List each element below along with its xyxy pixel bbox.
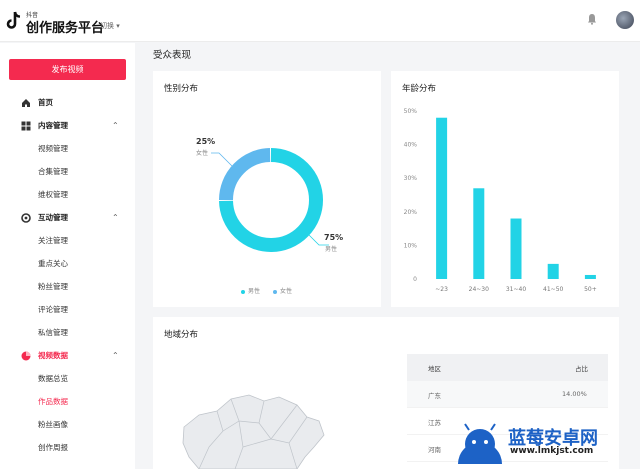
donut-slice-female: [219, 148, 271, 201]
publish-video-button[interactable]: 发布视频: [9, 59, 126, 80]
age-bar-chart: 0 10% 20% 30% 40% 50% ~23 24~30 31~40 41~50 50+: [404, 108, 597, 293]
gender-card: 性别分布 25% 女性 75% 男性 男性 女性: [153, 71, 381, 307]
nav-content-management[interactable]: 内容管理 ⌃: [0, 116, 135, 136]
sidebar: 发布视频 首页 内容管理 ⌃ 视频管理 合集管理 维权管理 互动管理 ⌃ 关注管…: [0, 43, 135, 469]
nav-label: 评论管理: [38, 305, 68, 314]
female-leader-line: [211, 152, 234, 168]
region-cell: 河南: [428, 446, 441, 454]
nav-fans-management[interactable]: 粉丝管理: [0, 277, 135, 297]
nav-collection-management[interactable]: 合集管理: [0, 162, 135, 182]
switch-dropdown[interactable]: 切换 ▾: [100, 21, 120, 31]
switch-label: 切换: [100, 22, 114, 30]
card-title: 性别分布: [164, 84, 199, 94]
bar-0: [436, 117, 448, 279]
bar-2: [510, 218, 522, 279]
china-map: [182, 394, 325, 469]
card-title: 年龄分布: [402, 84, 437, 94]
column-region: 地区: [428, 365, 441, 373]
nav-comment-management[interactable]: 评论管理: [0, 300, 135, 320]
x-tick-label: 24~30: [469, 286, 489, 293]
nav-label: 视频数据: [38, 351, 68, 360]
y-tick-label: 0: [413, 276, 417, 283]
bell-icon[interactable]: [586, 13, 598, 25]
nav-label: 粉丝管理: [38, 282, 68, 291]
x-tick-label: 41~50: [543, 286, 563, 293]
nav-key-care[interactable]: 重点关心: [0, 254, 135, 274]
legend-dot-male: [241, 289, 245, 294]
top-bar: 抖音 创作服务平台 切换 ▾: [0, 0, 640, 42]
legend-female: 女性: [273, 286, 292, 295]
grid-icon: [21, 121, 31, 131]
x-tick-label: 50+: [584, 286, 597, 293]
nav-label: 视频管理: [38, 144, 68, 153]
y-tick-label: 50%: [404, 108, 418, 115]
nav-label: 合集管理: [38, 167, 68, 176]
nav-weekly-report[interactable]: 创作周报: [0, 438, 135, 458]
nav-label: 互动管理: [38, 213, 68, 222]
nav-label: 重点关心: [38, 259, 68, 268]
male-percent: 75%: [324, 233, 344, 242]
nav-label: 关注管理: [38, 236, 68, 245]
chevron-up-icon: ⌃: [112, 351, 119, 360]
chevron-up-icon: ⌃: [112, 213, 119, 222]
female-percent: 25%: [196, 137, 216, 146]
nav-fans-portrait[interactable]: 粉丝画像: [0, 415, 135, 435]
legend-dot-female: [273, 289, 277, 294]
x-tick-label: 31~40: [506, 286, 526, 293]
card-title: 地域分布: [164, 330, 199, 340]
table-row: 广东 14.00%: [407, 381, 608, 408]
douyin-logo-icon[interactable]: [6, 11, 22, 31]
nav-label: 粉丝画像: [38, 420, 68, 429]
region-cell: 广东: [428, 392, 441, 400]
nav-home[interactable]: 首页: [0, 93, 135, 113]
male-label: 男性: [325, 246, 338, 253]
bar-3: [547, 263, 559, 279]
nav-label: 作品数据: [38, 397, 68, 406]
age-card: 年龄分布 0 10% 20% 30% 40% 50% ~23 24~30 31~40 41~50 5…: [391, 71, 619, 307]
nav-interaction-management[interactable]: 互动管理 ⌃: [0, 208, 135, 228]
y-tick-label: 10%: [404, 242, 418, 249]
share-cell: 14.00%: [562, 390, 587, 398]
nav-label: 创作周报: [38, 443, 68, 452]
page-title: 受众表现: [153, 50, 192, 61]
pie-icon: [21, 351, 31, 361]
caret-down-icon: ▾: [116, 22, 120, 30]
legend-female-label: 女性: [280, 288, 293, 295]
nav-label: 首页: [38, 98, 53, 107]
nav-video-data[interactable]: 视频数据 ⌃: [0, 346, 135, 366]
bar-4: [584, 274, 596, 279]
avatar[interactable]: [616, 11, 634, 29]
home-icon: [22, 99, 30, 107]
region-cell: 江苏: [428, 419, 441, 427]
y-tick-label: 40%: [404, 142, 418, 149]
x-tick-label: ~23: [435, 286, 448, 293]
y-tick-label: 30%: [404, 175, 418, 182]
nav-label: 内容管理: [38, 121, 68, 130]
column-share: 占比: [575, 365, 588, 373]
nav-rights-management[interactable]: 维权管理: [0, 185, 135, 205]
nav-video-management[interactable]: 视频管理: [0, 139, 135, 159]
watermark-url: www.lmkjst.com: [510, 446, 594, 456]
region-table-header: 地区 占比: [407, 354, 608, 381]
legend-male: 男性: [241, 286, 260, 295]
y-tick-label: 20%: [404, 209, 418, 216]
bar-1: [473, 188, 485, 279]
nav-data-overview[interactable]: 数据总览: [0, 369, 135, 389]
nav-label: 维权管理: [38, 190, 68, 199]
nav-follow-management[interactable]: 关注管理: [0, 231, 135, 251]
nav-label: 私信管理: [38, 328, 68, 337]
nav-works-data[interactable]: 作品数据: [0, 392, 135, 412]
interaction-icon: [21, 213, 31, 223]
female-label: 女性: [196, 150, 209, 157]
nav-label: 数据总览: [38, 374, 68, 383]
chevron-up-icon: ⌃: [112, 121, 119, 130]
brand-title: 创作服务平台: [26, 21, 105, 36]
legend-male-label: 男性: [248, 288, 261, 295]
gender-donut-chart: [211, 148, 329, 252]
nav-message-management[interactable]: 私信管理: [0, 323, 135, 343]
